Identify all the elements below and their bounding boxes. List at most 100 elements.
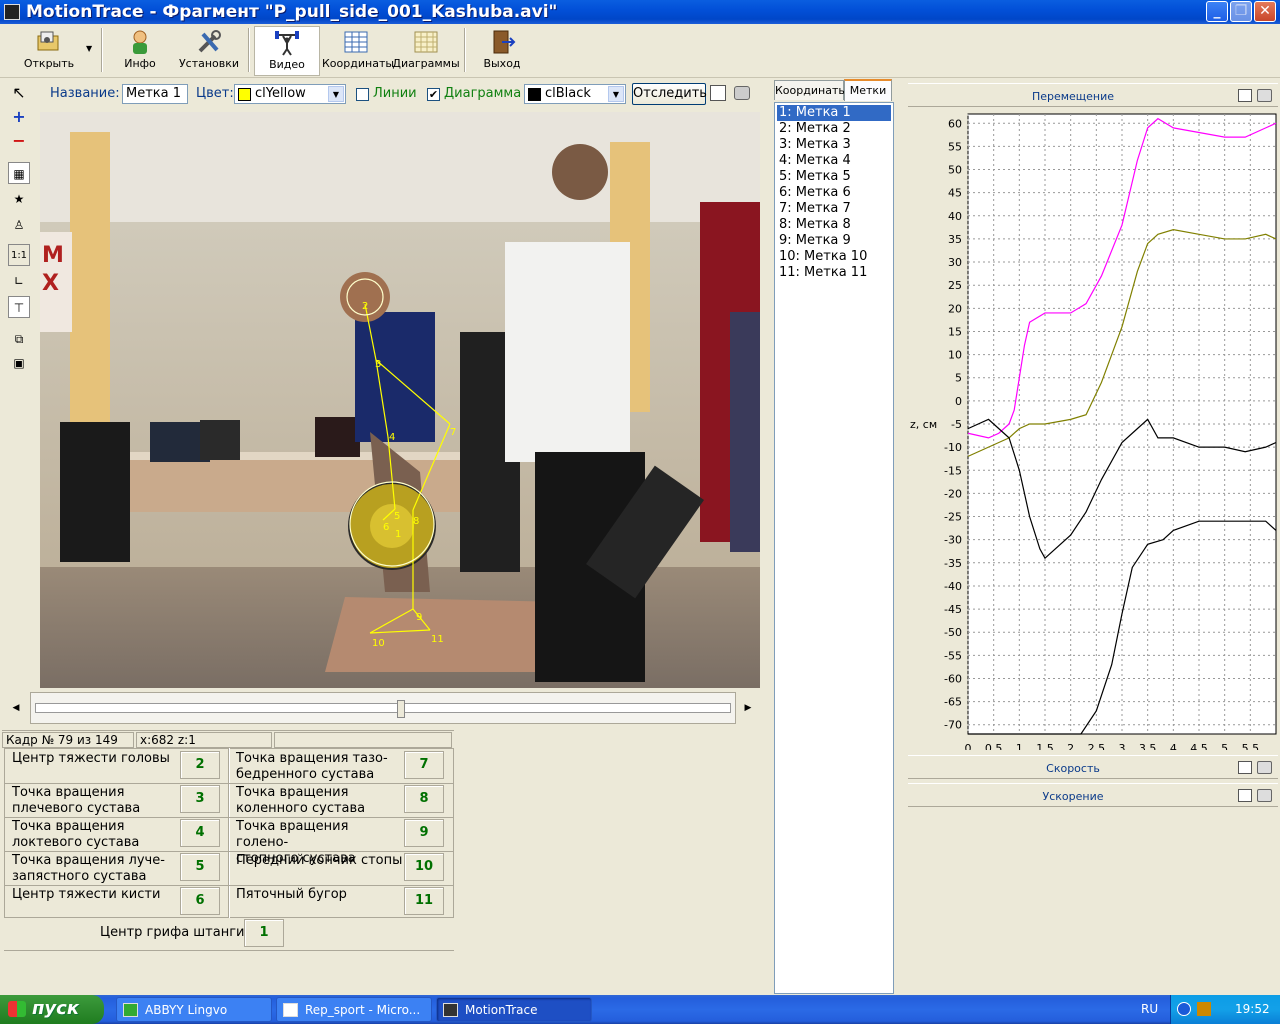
bar-center-number[interactable]: 1 bbox=[244, 919, 284, 947]
list-item[interactable]: 10: Метка 10 bbox=[777, 249, 891, 265]
y-tick-label: 10 bbox=[948, 349, 962, 362]
open-dropdown-icon[interactable]: ▼ bbox=[86, 44, 92, 53]
print-icon[interactable] bbox=[734, 86, 750, 100]
list-item[interactable]: 5: Метка 5 bbox=[777, 169, 891, 185]
list-item[interactable]: 7: Метка 7 bbox=[777, 201, 891, 217]
acceleration-header[interactable]: Ускорение bbox=[908, 783, 1278, 807]
separator bbox=[101, 28, 103, 72]
list-item[interactable]: 8: Метка 8 bbox=[777, 217, 891, 233]
y-tick-label: -5 bbox=[951, 418, 962, 431]
legend-number-right[interactable]: 10 bbox=[404, 853, 444, 881]
figure-icon[interactable]: ♙ bbox=[8, 214, 30, 236]
legend-label-left: Точка вращения локтевого сустава bbox=[12, 819, 140, 850]
legend-number-left[interactable]: 2 bbox=[180, 751, 220, 779]
ruler-icon[interactable]: ⊤ bbox=[8, 296, 30, 318]
maximize-button[interactable]: ❐ bbox=[1230, 1, 1252, 22]
print-icon[interactable] bbox=[1257, 89, 1272, 102]
windows-logo-icon bbox=[8, 1001, 26, 1017]
tab-marks[interactable]: Метки bbox=[844, 79, 892, 101]
open-button[interactable]: Открыть bbox=[14, 26, 84, 76]
tray-arrow-icon[interactable] bbox=[1177, 1002, 1191, 1016]
legend-number-left[interactable]: 6 bbox=[180, 887, 220, 915]
info-button[interactable]: Инфо bbox=[112, 26, 168, 76]
track-button[interactable]: Отследить bbox=[632, 83, 707, 105]
language-indicator[interactable]: RU bbox=[1141, 995, 1158, 1024]
video-button[interactable]: Видео bbox=[254, 26, 320, 76]
copy-icon[interactable] bbox=[1238, 89, 1252, 102]
point-9: 9 bbox=[416, 612, 422, 623]
remove-point-icon[interactable]: − bbox=[8, 130, 30, 152]
point-10: 10 bbox=[372, 638, 385, 649]
x-tick-label: 1 bbox=[1016, 742, 1023, 750]
marks-list[interactable]: 1: Метка 1 2: Метка 2 3: Метка 3 4: Метка 4… bbox=[774, 102, 894, 994]
print-icon[interactable] bbox=[1257, 761, 1272, 774]
scroll-track[interactable] bbox=[30, 692, 736, 724]
tab-coordinates[interactable]: Координаты bbox=[774, 80, 847, 100]
legend-label-right: Точка вращения коленного сустава bbox=[236, 785, 366, 816]
close-button[interactable]: ✕ bbox=[1254, 1, 1276, 22]
diagrams-button[interactable]: Диаграммы bbox=[392, 26, 460, 76]
diagram-color-combo[interactable]: clBlack ▼ bbox=[524, 84, 626, 104]
scroll-thumb[interactable] bbox=[397, 700, 405, 718]
list-item[interactable]: 1: Метка 1 bbox=[777, 105, 891, 121]
legend-number-right[interactable]: 7 bbox=[404, 751, 444, 779]
list-item[interactable]: 11: Метка 11 bbox=[777, 265, 891, 281]
legend-number-right[interactable]: 11 bbox=[404, 887, 444, 915]
legend-number-left[interactable]: 3 bbox=[180, 785, 220, 813]
export-icon[interactable]: ⧉ bbox=[8, 328, 30, 350]
name-input[interactable]: Метка 1 bbox=[122, 84, 188, 104]
task-abbyy[interactable]: ABBYY Lingvo bbox=[116, 997, 272, 1022]
coordinates-button[interactable]: Координаты bbox=[322, 26, 394, 76]
velocity-header[interactable]: Скорость bbox=[908, 755, 1278, 779]
x-tick-label: 2 bbox=[1067, 742, 1074, 750]
grid-icon[interactable]: ▦ bbox=[8, 162, 30, 184]
lines-checkbox[interactable] bbox=[356, 88, 369, 101]
legend-number-left[interactable]: 5 bbox=[180, 853, 220, 881]
minimize-button[interactable]: _ bbox=[1206, 1, 1228, 22]
task-motiontrace[interactable]: MotionTrace bbox=[436, 997, 592, 1022]
pointer-icon[interactable]: ↖ bbox=[8, 82, 30, 104]
tray-app-icon[interactable] bbox=[1197, 1002, 1211, 1016]
toolbar: Открыть ▼ Инфо Установки Видео Координат… bbox=[0, 24, 1280, 78]
legend-number-right[interactable]: 8 bbox=[404, 785, 444, 813]
list-item[interactable]: 4: Метка 4 bbox=[777, 153, 891, 169]
add-point-icon[interactable]: + bbox=[8, 106, 30, 128]
copy-icon[interactable] bbox=[710, 85, 726, 101]
list-item[interactable]: 2: Метка 2 bbox=[777, 121, 891, 137]
task-word[interactable]: Rep_sport - Micro... bbox=[276, 997, 432, 1022]
abbyy-icon bbox=[123, 1003, 138, 1017]
y-tick-label: -10 bbox=[944, 441, 962, 454]
star-icon[interactable]: ★ bbox=[8, 188, 30, 210]
scale-1-1-icon[interactable]: 1:1 bbox=[8, 244, 30, 266]
frame-scrollbar[interactable]: ◀ ▶ bbox=[8, 690, 758, 726]
exit-button[interactable]: Выход bbox=[474, 26, 530, 76]
legend-label-right: Точка вращения тазо- бедренного сустава bbox=[236, 751, 388, 782]
legend-number-right[interactable]: 9 bbox=[404, 819, 444, 847]
point-5: 5 bbox=[394, 511, 400, 522]
diagram-checkbox[interactable]: ✔ bbox=[427, 88, 440, 101]
settings-button[interactable]: Установки bbox=[176, 26, 242, 76]
color-combo[interactable]: clYellow ▼ bbox=[234, 84, 346, 104]
copy-icon[interactable] bbox=[1238, 761, 1252, 774]
print-icon[interactable] bbox=[1257, 789, 1272, 802]
scroll-left-icon[interactable]: ◀ bbox=[8, 698, 24, 718]
scroll-right-icon[interactable]: ▶ bbox=[740, 698, 756, 718]
legend-number-left[interactable]: 4 bbox=[180, 819, 220, 847]
save-icon[interactable]: ▣ bbox=[8, 352, 30, 374]
legend-label-left: Центр тяжести головы bbox=[12, 751, 170, 766]
list-item[interactable]: 3: Метка 3 bbox=[777, 137, 891, 153]
displacement-header[interactable]: Перемещение bbox=[908, 83, 1278, 107]
diagram-color-value: clBlack bbox=[545, 86, 591, 101]
task-motiontrace-label: MotionTrace bbox=[465, 1003, 538, 1017]
axes-icon[interactable]: ∟ bbox=[8, 270, 30, 292]
legend-bottom-line bbox=[4, 950, 454, 951]
video-frame[interactable]: M X 2 3 4 5 6 7 8 9 10 11 1 bbox=[40, 112, 760, 688]
list-item[interactable]: 6: Метка 6 bbox=[777, 185, 891, 201]
settings-label: Установки bbox=[178, 57, 240, 70]
point-1: 1 bbox=[395, 529, 401, 540]
start-button[interactable]: пуск bbox=[0, 995, 104, 1024]
velocity-title: Скорость bbox=[1046, 762, 1100, 775]
list-item[interactable]: 9: Метка 9 bbox=[777, 233, 891, 249]
copy-icon[interactable] bbox=[1238, 789, 1252, 802]
diagrams-label: Диаграммы bbox=[392, 57, 460, 70]
